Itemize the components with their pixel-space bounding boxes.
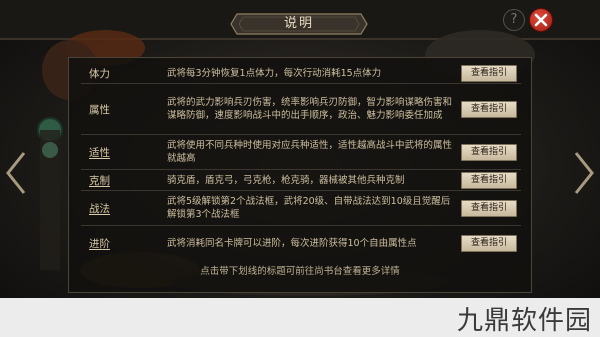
help-icon[interactable]: ? — [503, 9, 525, 31]
row-description: 武将的武力影响兵刃伤害，统率影响兵刃防御，智力影响谋略伤害和谋略防御，速度影响战… — [167, 97, 453, 121]
row-tactics[interactable]: 战法 武将5级解锁第2个战法框，武将20级、自带战法达到10级且觉醒后解锁第3个… — [81, 191, 521, 226]
view-guide-button[interactable]: 查看指引 — [461, 199, 517, 217]
next-arrow-icon[interactable] — [572, 150, 596, 196]
explanation-list: 体力 武将每3分钟恢复1点体力，每次行动消耗15点体力 查看指引 属性 武将的武… — [81, 63, 521, 260]
view-guide-button[interactable]: 查看指引 — [461, 100, 517, 118]
dialog-title-plaque: 说明 — [229, 12, 369, 36]
left-side-decoration — [36, 120, 64, 280]
footer-hint: 点击带下划线的标题可前往尚书台查看更多详情 — [200, 266, 400, 277]
row-description: 武将5级解锁第2个战法框，武将20级、自带战法达到10级且觉醒后解锁第3个战法框 — [167, 196, 451, 220]
row-label: 体力 — [89, 67, 110, 80]
watermark-text: 九鼎软件园 — [456, 306, 592, 336]
row-label: 属性 — [89, 103, 110, 116]
row-stamina: 体力 武将每3分钟恢复1点体力，每次行动消耗15点体力 查看指引 — [81, 63, 521, 84]
row-description: 武将使用不同兵种时使用对应兵种适性，适性越高战斗中武将的属性就越高 — [167, 140, 453, 164]
previous-arrow-icon[interactable] — [4, 150, 28, 196]
row-description: 武将每3分钟恢复1点体力，每次行动消耗15点体力 — [167, 67, 382, 79]
dialog-title: 说明 — [283, 16, 314, 31]
row-label-link[interactable]: 适性 — [81, 145, 149, 160]
row-attributes: 属性 武将的武力影响兵刃伤害，统率影响兵刃防御，智力影响谋略伤害和谋略防御，速度… — [81, 84, 521, 135]
row-counter[interactable]: 克制 骑克盾，盾克弓，弓克枪，枪克骑，器械被其他兵种克制 查看指引 — [81, 170, 521, 191]
row-label-link[interactable]: 克制 — [81, 173, 149, 188]
row-description: 武将消耗同名卡牌可以进阶，每次进阶获得10个自由属性点 — [167, 237, 417, 249]
view-guide-button[interactable]: 查看指引 — [461, 234, 517, 252]
row-description: 骑克盾，盾克弓，弓克枪，枪克骑，器械被其他兵种克制 — [167, 174, 405, 186]
view-guide-button[interactable]: 查看指引 — [461, 143, 517, 161]
row-label-link[interactable]: 战法 — [81, 201, 149, 216]
view-guide-button[interactable]: 查看指引 — [461, 171, 517, 189]
view-guide-button[interactable]: 查看指引 — [461, 64, 517, 82]
watermark-bar: 九鼎软件园 — [0, 298, 600, 337]
row-label-link[interactable]: 进阶 — [81, 236, 149, 251]
close-button[interactable] — [529, 8, 553, 32]
row-advance[interactable]: 进阶 武将消耗同名卡牌可以进阶，每次进阶获得10个自由属性点 查看指引 — [81, 226, 521, 260]
explanation-panel: 体力 武将每3分钟恢复1点体力，每次行动消耗15点体力 查看指引 属性 武将的武… — [68, 57, 532, 293]
row-aptitude[interactable]: 适性 武将使用不同兵种时使用对应兵种适性，适性越高战斗中武将的属性就越高 查看指… — [81, 135, 521, 170]
game-scene: ? 说明 体力 武将每3分钟恢复1点体力，每次行动消耗15点体力 查看指引 属性… — [0, 0, 600, 298]
